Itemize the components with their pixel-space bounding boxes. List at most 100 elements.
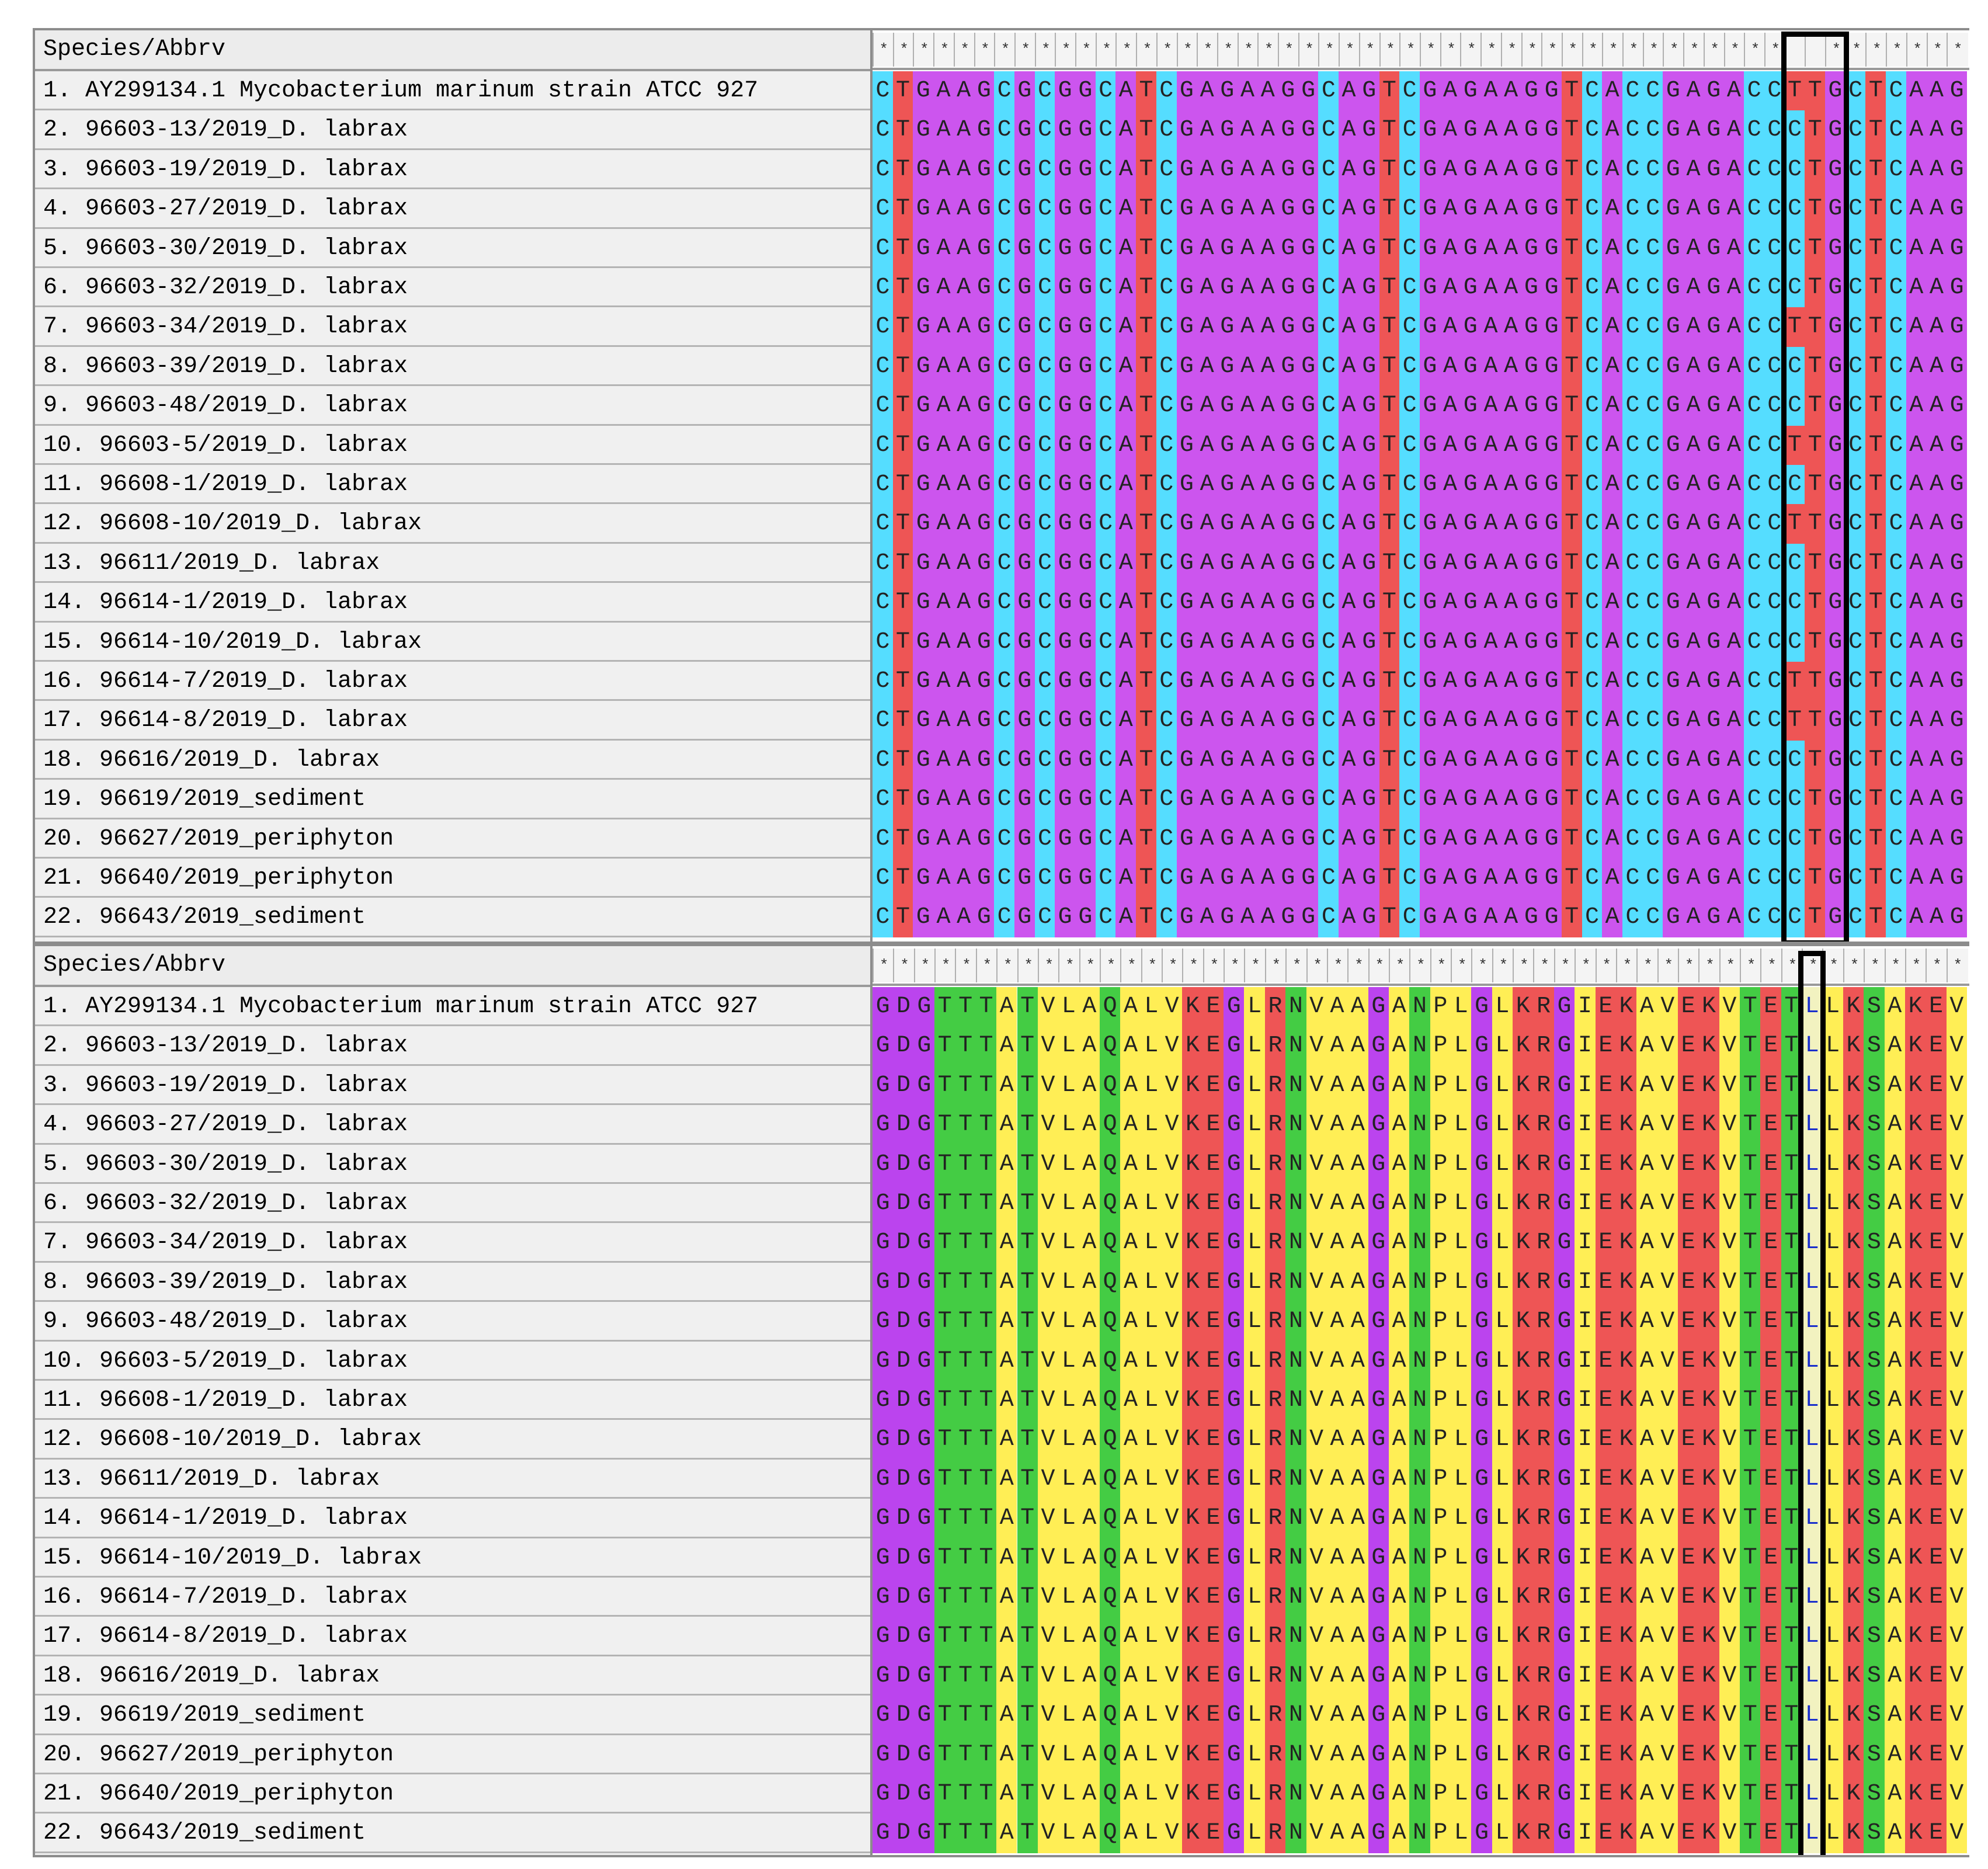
residue-cell: Q bbox=[1099, 1302, 1121, 1342]
residue-cell: K bbox=[1182, 1302, 1203, 1342]
residue-cell: G bbox=[1176, 150, 1197, 190]
residue-cell: A bbox=[1602, 307, 1623, 347]
species-name[interactable]: 17. 96614-8/2019_D. labrax bbox=[43, 701, 408, 740]
residue-cell: A bbox=[1926, 465, 1947, 505]
species-name[interactable]: 6. 96603-32/2019_D. labrax bbox=[43, 268, 408, 307]
residue-cell: A bbox=[953, 819, 974, 859]
species-name[interactable]: 21. 96640/2019_periphyton bbox=[43, 859, 394, 898]
residue-cell: A bbox=[1326, 1105, 1348, 1145]
residue-cell: A bbox=[933, 859, 954, 898]
residue-cell: G bbox=[1217, 110, 1238, 150]
species-name[interactable]: 22. 96643/2019_sediment bbox=[43, 1814, 366, 1853]
species-name[interactable]: 14. 96614-1/2019_D. labrax bbox=[43, 1499, 408, 1538]
residue-cell: G bbox=[1541, 898, 1562, 937]
residue-cell: C bbox=[1318, 268, 1339, 308]
species-name[interactable]: 8. 96603-39/2019_D. labrax bbox=[43, 1263, 408, 1302]
species-name[interactable]: 4. 96603-27/2019_D. labrax bbox=[43, 1105, 408, 1144]
species-name[interactable]: 6. 96603-32/2019_D. labrax bbox=[43, 1184, 408, 1223]
residue-cell: G bbox=[873, 1144, 894, 1184]
residue-cell: V bbox=[1162, 1144, 1183, 1184]
species-name[interactable]: 5. 96603-30/2019_D. labrax bbox=[43, 229, 408, 268]
species-name[interactable]: 3. 96603-19/2019_D. labrax bbox=[43, 150, 408, 189]
species-name[interactable]: 22. 96643/2019_sediment bbox=[43, 898, 366, 937]
residue-cell: E bbox=[1595, 1144, 1616, 1184]
residue-cell: G bbox=[1420, 543, 1440, 583]
residue-cell: T bbox=[1379, 425, 1400, 465]
species-name[interactable]: 19. 96619/2019_sediment bbox=[43, 1696, 366, 1735]
residue-cell: V bbox=[1946, 1341, 1967, 1381]
protein-sequence-area[interactable]: * * * * * * * * * * * * * * * * * * * * * * * * * * * * * * * * * * * * * * * *… bbox=[873, 946, 1969, 1855]
species-name[interactable]: 9. 96603-48/2019_D. labrax bbox=[43, 386, 408, 425]
species-name[interactable]: 20. 96627/2019_periphyton bbox=[43, 1735, 394, 1774]
residue-cell: G bbox=[974, 386, 995, 426]
residue-cell: G bbox=[1368, 1814, 1389, 1853]
residue-cell: T bbox=[1740, 1341, 1761, 1381]
residue-cell: C bbox=[1642, 346, 1663, 387]
species-name[interactable]: 18. 96616/2019_D. labrax bbox=[43, 1656, 380, 1696]
residue-cell: T bbox=[892, 307, 913, 347]
residue-cell: L bbox=[1492, 1065, 1513, 1106]
residue-cell: A bbox=[933, 543, 954, 583]
residue-cell: C bbox=[873, 819, 893, 859]
residue-cell: G bbox=[1460, 859, 1481, 898]
species-name[interactable]: 1. AY299134.1 Mycobacterium marinum stra… bbox=[43, 71, 758, 110]
residue-cell: G bbox=[1471, 1341, 1492, 1381]
species-name[interactable]: 3. 96603-19/2019_D. labrax bbox=[43, 1066, 408, 1105]
dna-sequence-area[interactable]: * * * * * * * * * * * * * * * * * * * * * * * * * * * * * * * * * * * * * * * *… bbox=[873, 30, 1969, 942]
residue-cell: G bbox=[1703, 622, 1724, 662]
conservation-mark: * bbox=[1217, 33, 1239, 67]
conservation-mark: * bbox=[1575, 949, 1597, 982]
residue-cell: L bbox=[1244, 1538, 1265, 1578]
species-name[interactable]: 11. 96608-1/2019_D. labrax bbox=[43, 1381, 408, 1420]
species-name[interactable]: 19. 96619/2019_sediment bbox=[43, 780, 366, 819]
species-name[interactable]: 13. 96611/2019_D. labrax bbox=[43, 544, 380, 583]
residue-cell: C bbox=[1642, 859, 1663, 898]
residue-cell: C bbox=[1034, 622, 1055, 662]
residue-cell: G bbox=[1055, 425, 1076, 465]
species-name[interactable]: 9. 96603-48/2019_D. labrax bbox=[43, 1302, 408, 1341]
species-name[interactable]: 15. 96614-10/2019_D. labrax bbox=[43, 1538, 422, 1578]
residue-cell: A bbox=[953, 859, 974, 898]
residue-cell: G bbox=[1217, 543, 1238, 583]
residue-cell: A bbox=[1115, 780, 1137, 819]
species-name[interactable]: 17. 96614-8/2019_D. labrax bbox=[43, 1617, 408, 1656]
species-name[interactable]: 5. 96603-30/2019_D. labrax bbox=[43, 1145, 408, 1184]
species-name[interactable]: 11. 96608-1/2019_D. labrax bbox=[43, 465, 408, 504]
residue-cell: G bbox=[1420, 859, 1440, 898]
species-name[interactable]: 16. 96614-7/2019_D. labrax bbox=[43, 1578, 408, 1617]
species-name[interactable]: 13. 96611/2019_D. labrax bbox=[43, 1460, 380, 1499]
species-name[interactable]: 21. 96640/2019_periphyton bbox=[43, 1774, 394, 1814]
residue-cell: G bbox=[1420, 228, 1440, 268]
residue-cell: V bbox=[1162, 1065, 1183, 1106]
residue-cell: A bbox=[1079, 987, 1100, 1027]
species-name[interactable]: 7. 96603-34/2019_D. labrax bbox=[43, 307, 408, 346]
residue-cell: G bbox=[913, 701, 934, 741]
residue-cell: C bbox=[1318, 71, 1339, 111]
species-name[interactable]: 10. 96603-5/2019_D. labrax bbox=[43, 1342, 408, 1381]
residue-cell: A bbox=[953, 189, 974, 229]
species-name[interactable]: 8. 96603-39/2019_D. labrax bbox=[43, 347, 408, 386]
species-name[interactable]: 20. 96627/2019_periphyton bbox=[43, 819, 394, 859]
residue-cell: A bbox=[1120, 1105, 1141, 1145]
species-name[interactable]: 15. 96614-10/2019_D. labrax bbox=[43, 623, 422, 662]
residue-cell: V bbox=[1946, 1656, 1967, 1696]
residue-cell: A bbox=[953, 268, 974, 308]
species-name[interactable]: 12. 96608-10/2019_D. labrax bbox=[43, 504, 422, 543]
species-name[interactable]: 2. 96603-13/2019_D. labrax bbox=[43, 1026, 408, 1065]
species-name[interactable]: 7. 96603-34/2019_D. labrax bbox=[43, 1223, 408, 1262]
species-name[interactable]: 10. 96603-5/2019_D. labrax bbox=[43, 426, 408, 465]
residue-cell: G bbox=[1947, 307, 1967, 347]
residue-cell: T bbox=[1865, 110, 1886, 150]
residue-cell: A bbox=[1480, 819, 1501, 859]
residue-cell: I bbox=[1575, 1617, 1596, 1656]
species-name[interactable]: 16. 96614-7/2019_D. labrax bbox=[43, 662, 408, 701]
residue-cell: G bbox=[1553, 1617, 1575, 1656]
species-name[interactable]: 2. 96603-13/2019_D. labrax bbox=[43, 110, 408, 150]
species-name[interactable]: 12. 96608-10/2019_D. labrax bbox=[43, 1420, 422, 1459]
species-name[interactable]: 4. 96603-27/2019_D. labrax bbox=[43, 189, 408, 228]
species-name[interactable]: 14. 96614-1/2019_D. labrax bbox=[43, 583, 408, 622]
species-name[interactable]: 1. AY299134.1 Mycobacterium marinum stra… bbox=[43, 987, 758, 1026]
residue-cell: T bbox=[1561, 819, 1582, 859]
residue-cell: Q bbox=[1099, 1814, 1121, 1853]
species-name[interactable]: 18. 96616/2019_D. labrax bbox=[43, 741, 380, 780]
